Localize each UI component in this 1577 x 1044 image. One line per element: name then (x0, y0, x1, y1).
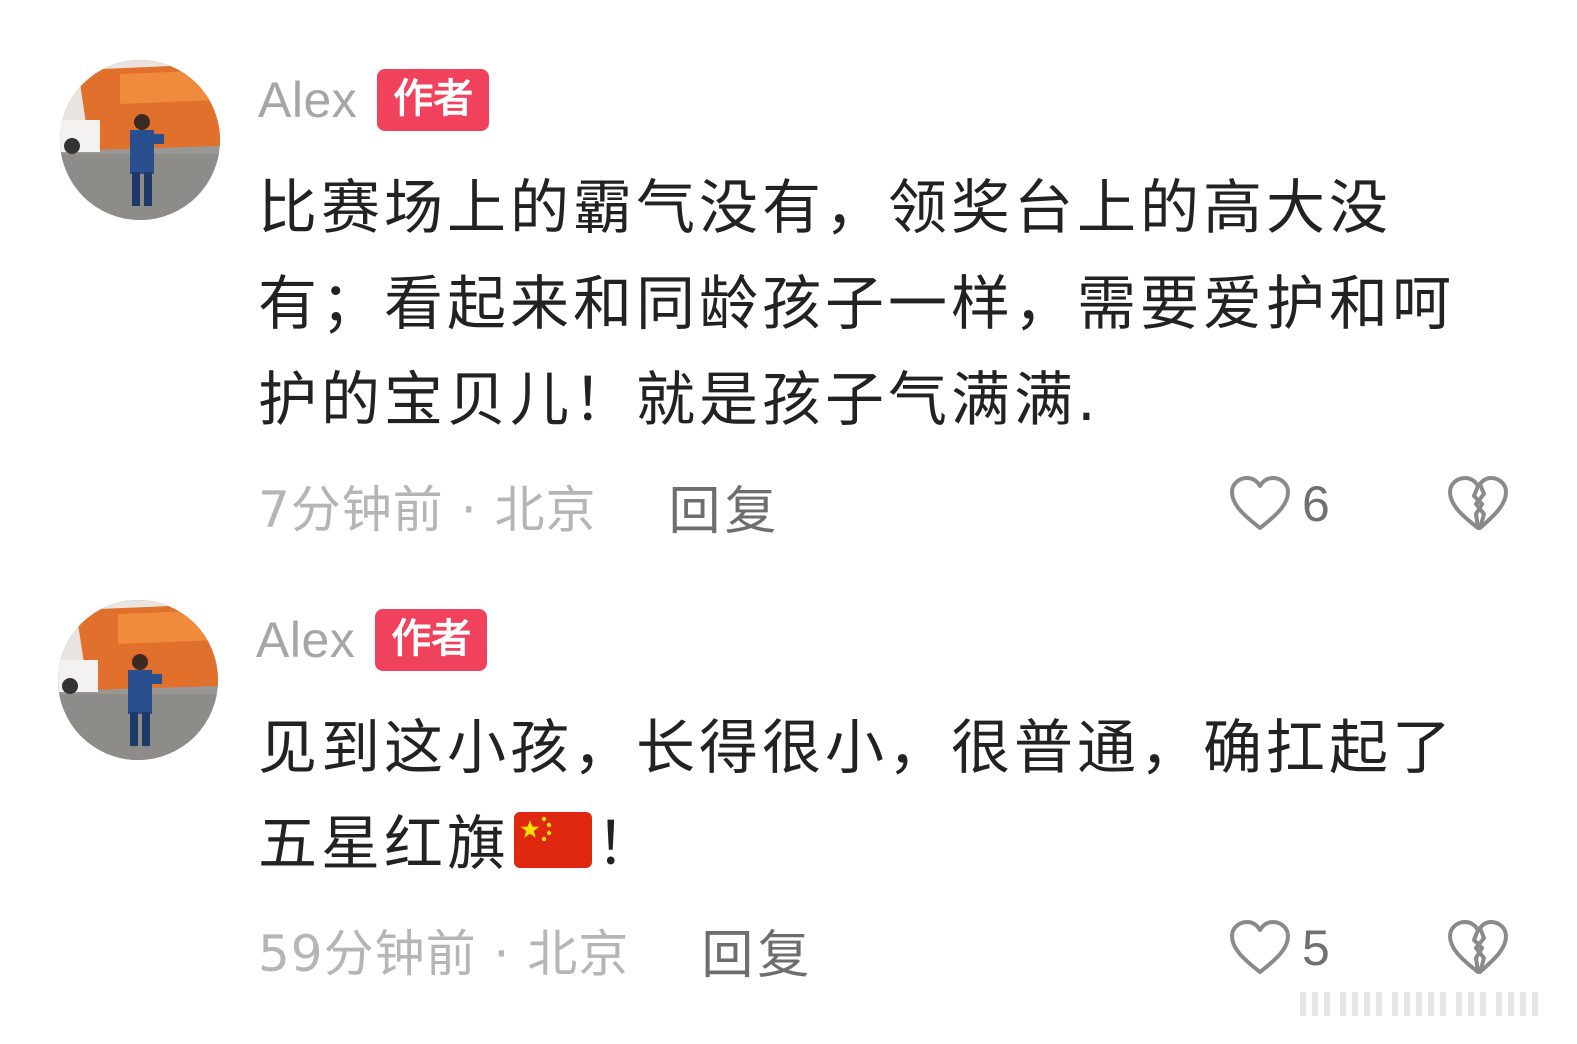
comment-item: Alex 作者 比赛场上的霸气没有，领奖台上的高大没有；看起来和同龄孩子一样，需… (0, 0, 1577, 560)
comment-text: 比赛场上的霸气没有，领奖台上的高大没有；看起来和同龄孩子一样，需要爱护和呵护的宝… (258, 173, 1456, 434)
china-flag-icon (514, 812, 593, 868)
comment-text: 见到这小孩，长得很小，很普通，确扛起了五星红旗 ！ (258, 700, 1483, 892)
like-button[interactable]: 6 (1228, 474, 1330, 534)
author-badge: 作者 (377, 69, 490, 131)
watermark-icon (1300, 992, 1538, 1016)
like-count: 5 (1302, 920, 1330, 976)
avatar[interactable] (58, 600, 218, 760)
comment-meta: 59分钟前 · 北京 回复 (258, 920, 813, 986)
reply-button[interactable]: 回复 (669, 469, 781, 544)
comment-meta: 7分钟前 · 北京 回复 (258, 476, 781, 542)
reply-button[interactable]: 回复 (701, 913, 813, 988)
username[interactable]: Alex (258, 75, 357, 125)
comment-text-main: 见到这小孩，长得很小，很普通，确扛起了五星红旗 (258, 713, 1456, 878)
broken-heart-icon[interactable] (1446, 918, 1510, 978)
comment-header: Alex 作者 (258, 68, 490, 132)
username[interactable]: Alex (256, 615, 355, 665)
comment-header: Alex 作者 (256, 608, 488, 672)
comment-text-suffix: ！ (596, 809, 660, 878)
author-badge: 作者 (375, 609, 488, 671)
like-count: 6 (1302, 476, 1330, 532)
broken-heart-icon[interactable] (1446, 474, 1510, 534)
time-location: 7分钟前 · 北京 (258, 481, 597, 539)
heart-outline-icon (1230, 476, 1290, 530)
avatar[interactable] (60, 60, 220, 220)
heart-outline-icon (1230, 920, 1290, 974)
time-location: 59分钟前 · 北京 (258, 925, 630, 983)
comment-item: Alex 作者 见到这小孩，长得很小，很普通，确扛起了五星红旗 ！ 59分钟前 … (0, 560, 1577, 1044)
like-button[interactable]: 5 (1228, 918, 1330, 978)
